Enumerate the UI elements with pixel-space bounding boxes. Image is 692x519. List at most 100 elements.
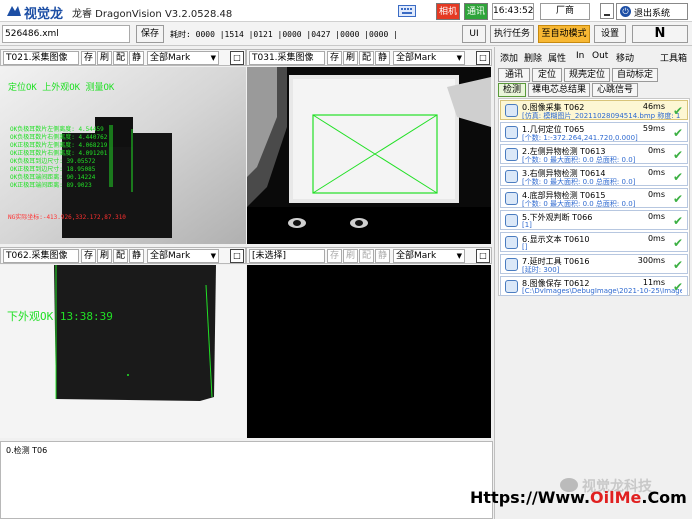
blob-tool-icon — [505, 192, 518, 205]
tab-heartbeat[interactable]: 心跳信号 — [592, 83, 638, 97]
title-bar: 视觉龙 龙睿 DragonVision V3.2.0528.48 相机 通讯 1… — [0, 0, 692, 22]
check-icon: ✔ — [672, 126, 683, 140]
tool-detail: [C:\DvImages\DebugImage\2021-10-25\Image… — [522, 287, 682, 295]
chevron-down-icon: ▼ — [456, 252, 462, 260]
file-name-field[interactable]: 526486.xml — [2, 25, 130, 43]
tab-row-2: 检测 裸电芯总结果 心跳信号 — [494, 82, 692, 98]
panel1-refresh-button[interactable]: 刷 — [97, 51, 112, 65]
panel4-config-button[interactable]: 配 — [359, 249, 374, 263]
tab-comm[interactable]: 通讯 — [498, 68, 530, 82]
panel1-config-button[interactable]: 配 — [113, 51, 128, 65]
tab-shell-locate[interactable]: 规壳定位 — [564, 68, 610, 82]
run-task-button[interactable]: 执行任务 — [490, 25, 534, 43]
tool-detail: [个数: 0 最大面积: 0.0 总面积: 0.0] — [522, 200, 636, 208]
tool-detail: [延时: 300] — [522, 266, 560, 274]
tool-item[interactable]: 6.显示文本 T0610 0ms [] ✔ — [500, 232, 688, 252]
panel2-save-button[interactable]: 存 — [327, 51, 342, 65]
menu-out[interactable]: Out — [592, 51, 608, 61]
tool-item[interactable]: 4.底部异物检测 T0615 0ms [个数: 0 最大面积: 0.0 总面积:… — [500, 188, 688, 208]
panel2-mark-select[interactable]: 全部Mark ▼ — [393, 51, 465, 65]
menu-delete[interactable]: 删除 — [524, 51, 542, 64]
tool-item[interactable]: 2.左侧异物检测 T0613 0ms [个数: 0 最大面积: 0.0 总面积:… — [500, 144, 688, 164]
panel2-refresh-button[interactable]: 刷 — [343, 51, 358, 65]
panel4-refresh-button[interactable]: 刷 — [343, 249, 358, 263]
comm-status-badge[interactable]: 通讯 — [464, 3, 488, 20]
panel1-save-button[interactable]: 存 — [81, 51, 96, 65]
check-icon: ✔ — [672, 236, 683, 250]
watermark-line2: Https://Www.OilMe.Com — [470, 488, 687, 507]
judge-tool-icon — [505, 214, 518, 227]
camera-status-badge[interactable]: 相机 — [436, 3, 460, 20]
log-area[interactable]: 0.检测 T06 — [0, 441, 493, 519]
panel3-static-button[interactable]: 静 — [129, 249, 144, 263]
panel2-config-button[interactable]: 配 — [359, 51, 374, 65]
app-logo-icon — [6, 4, 22, 18]
menu-add[interactable]: 添加 — [500, 51, 518, 64]
power-icon: ⏻ — [620, 6, 631, 17]
panel3-save-button[interactable]: 存 — [81, 249, 96, 263]
tool-detail: [个数: 1:-372.264,241.720,0.000] — [522, 134, 638, 142]
menu-in[interactable]: In — [576, 51, 584, 61]
menu-toolbox[interactable]: 工具箱 — [660, 51, 687, 64]
panel3-maximize-button[interactable]: □ — [230, 249, 244, 263]
panel4-static-button[interactable]: 静 — [375, 249, 390, 263]
log-line: 0.检测 T06 — [6, 446, 48, 455]
tool-menu-bar: 添加 删除 属性 In Out 移动 工具箱 — [494, 50, 692, 64]
panel3-image[interactable]: 下外观OK 13:38:39 — [0, 265, 246, 438]
tool-item[interactable]: 3.右侧异物检测 T0614 0ms [个数: 0 最大面积: 0.0 总面积:… — [500, 166, 688, 186]
minimize-button[interactable] — [600, 3, 614, 19]
tool-item[interactable]: 5.下外观判断 T066 0ms [1] ✔ — [500, 210, 688, 230]
panel4-mark-select[interactable]: 全部Mark ▼ — [393, 249, 465, 263]
check-icon: ✔ — [672, 280, 683, 294]
tab-auto-calibrate[interactable]: 自动标定 — [612, 68, 658, 82]
tab-cell-result[interactable]: 裸电芯总结果 — [528, 83, 590, 97]
panel2-image[interactable] — [247, 67, 491, 244]
app-title: 龙睿 DragonVision V3.2.0528.48 — [72, 9, 233, 20]
panel4-header: [未选择] 存 刷 配 静 全部Mark ▼ □ — [246, 247, 492, 264]
settings-button[interactable]: 设置 — [594, 25, 626, 43]
blob-tool-icon — [505, 170, 518, 183]
tab-row-1: 通讯 定位 规壳定位 自动标定 — [494, 67, 692, 83]
panel1-maximize-button[interactable]: □ — [230, 51, 244, 65]
panel3-refresh-button[interactable]: 刷 — [97, 249, 112, 263]
save-button[interactable]: 保存 — [136, 25, 164, 43]
auto-mode-button[interactable]: 至自动模式 — [538, 25, 590, 43]
panel3-mark-select[interactable]: 全部Mark ▼ — [147, 249, 219, 263]
panel2-name: T031.采集图像 — [249, 51, 325, 65]
chevron-down-icon: ▼ — [456, 54, 462, 62]
panel4-mark-value: 全部Mark — [396, 251, 437, 261]
tool-time: 59ms — [642, 124, 665, 133]
tool-item[interactable]: 7.延时工具 T0616 300ms [延时: 300] ✔ — [500, 254, 688, 274]
panel4-image[interactable] — [247, 265, 491, 438]
tool-item[interactable]: 1.几何定位 T065 59ms [个数: 1:-372.264,241.720… — [500, 122, 688, 142]
exit-system-button[interactable]: ⏻ 退出系统 — [616, 3, 688, 20]
panel2-static-button[interactable]: 静 — [375, 51, 390, 65]
tool-item[interactable]: 0.图像采集 T062 46ms [仿真: 模糊图片_2021102809451… — [500, 100, 688, 120]
camera-tool-icon — [505, 104, 518, 117]
exit-system-label: 退出系统 — [634, 9, 671, 19]
save-tool-icon — [505, 280, 518, 293]
timing-readout: 耗时: 0000 |1514 |0121 |0000 |0427 |0000 |… — [170, 30, 398, 39]
tool-detail: [] — [522, 243, 528, 251]
panel1-image[interactable]: 定位OK 上外观OK 测量OK OK负极耳数片左侧离度: 4.54459 OK负… — [0, 67, 246, 244]
tool-time: 300ms — [637, 256, 665, 265]
panel3-config-button[interactable]: 配 — [113, 249, 128, 263]
panel2-maximize-button[interactable]: □ — [476, 51, 490, 65]
panel1-mark-select[interactable]: 全部Mark ▼ — [147, 51, 219, 65]
tool-time: 0ms — [647, 168, 665, 177]
panel1-static-button[interactable]: 静 — [129, 51, 144, 65]
ui-button[interactable]: UI — [462, 25, 486, 43]
panel2-header: T031.采集图像 存 刷 配 静 全部Mark ▼ □ — [246, 49, 492, 66]
tool-item[interactable]: 8.图像保存 T0612 11ms [C:\DvImages\DebugImag… — [500, 276, 688, 296]
tool-detail: [1] — [522, 221, 532, 229]
panel4-maximize-button[interactable]: □ — [476, 249, 490, 263]
vendor-button[interactable]: 厂商 — [540, 3, 590, 20]
n-button[interactable]: N — [632, 25, 688, 43]
tab-locate[interactable]: 定位 — [532, 68, 562, 82]
tab-inspect[interactable]: 检测 — [498, 83, 526, 97]
tool-time: 0ms — [647, 190, 665, 199]
menu-move[interactable]: 移动 — [616, 51, 634, 64]
menu-properties[interactable]: 属性 — [548, 51, 566, 64]
panel4-save-button[interactable]: 存 — [327, 249, 342, 263]
keyboard-icon[interactable] — [398, 5, 416, 17]
